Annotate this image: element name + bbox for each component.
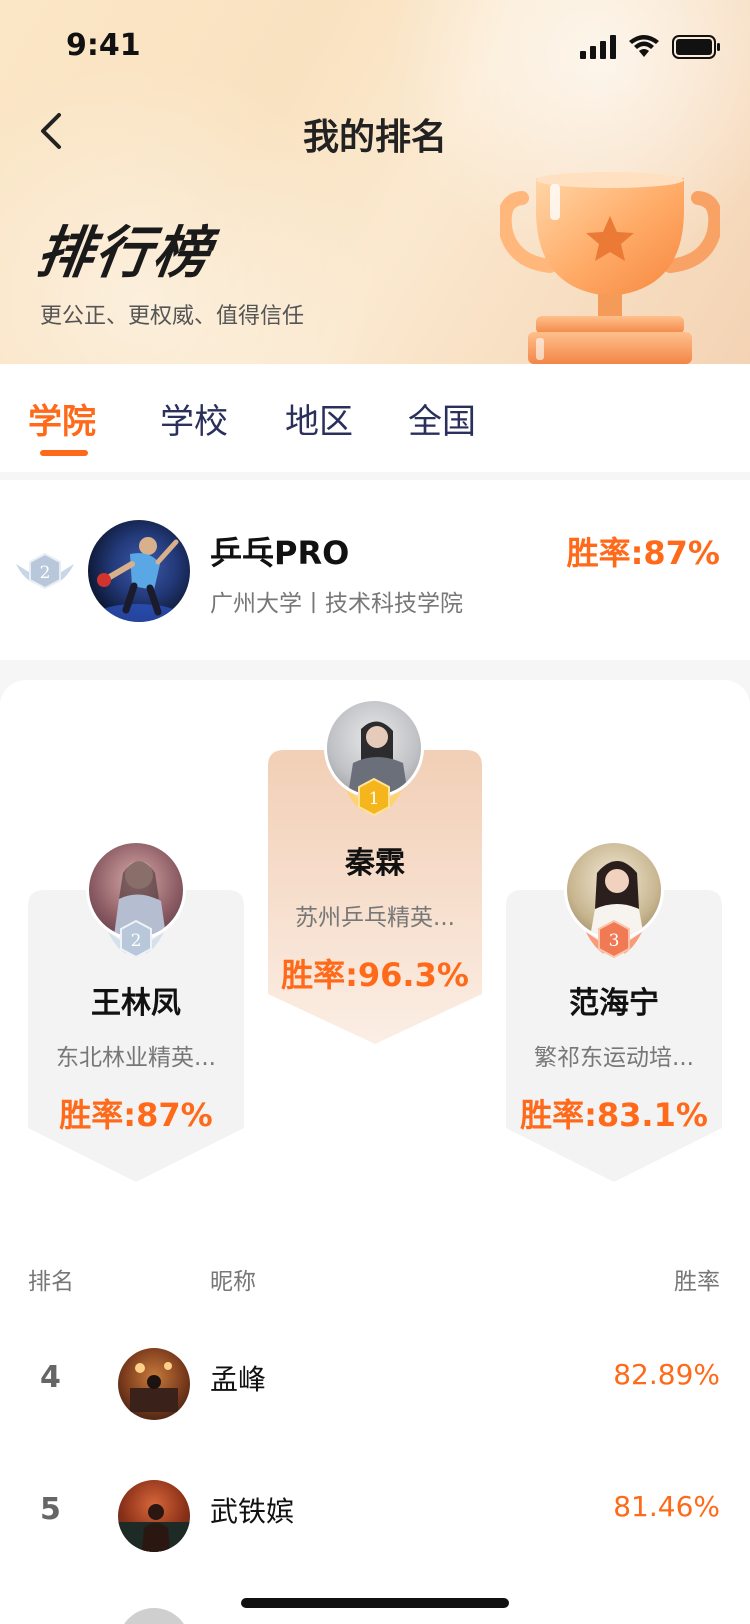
header-banner: 9:41 我的排名 排行榜 更公正、更权威、值得信任 — [0, 0, 750, 364]
podium-first-rate: 胜率:96.3% — [281, 956, 469, 994]
page-title: 我的排名 — [302, 117, 447, 158]
podium-first-sub: 苏州乒乓精英... — [295, 905, 455, 931]
podium-second-name: 王林凤 — [91, 986, 181, 1021]
hero-title: 排行榜 — [32, 221, 216, 286]
table-row[interactable]: 4 孟峰 82.89% — [0, 1318, 750, 1448]
podium-third-rate: 胜率:83.1% — [520, 1096, 708, 1134]
tab-indicator — [40, 450, 88, 456]
status-bar: 9:41 — [0, 0, 750, 90]
list-header-nickname: 昵称 — [210, 1269, 256, 1295]
my-avatar[interactable] — [88, 520, 190, 622]
nav-bar: 我的排名 — [0, 96, 750, 166]
tab-region[interactable]: 地区 — [285, 394, 353, 443]
list-header-win-rate: 胜率 — [674, 1269, 720, 1295]
tab-bar: 学院 学校 地区 全国 — [0, 364, 750, 472]
avatar-photo — [118, 1504, 190, 1552]
row-win-rate: 81.46% — [613, 1490, 720, 1523]
tab-school[interactable]: 学校 — [160, 394, 228, 443]
row-rank: 5 — [40, 1492, 61, 1527]
hero-subtitle: 更公正、更权威、值得信任 — [40, 304, 305, 329]
silver-medal-icon: 2 — [108, 919, 164, 959]
avatar-photo — [130, 1362, 178, 1412]
status-time: 9:41 — [66, 28, 141, 63]
row-name: 武铁嫔 — [210, 1495, 295, 1528]
silver-medal-number: 2 — [131, 931, 142, 951]
my-school: 广州大学丨技术科技学院 — [210, 591, 463, 617]
silver-rank-badge-icon: 2 — [16, 552, 74, 590]
table-tennis-player-photo — [97, 537, 179, 622]
my-badge-number: 2 — [40, 563, 51, 583]
home-indicator — [241, 1598, 509, 1608]
bronze-medal-icon: 3 — [586, 919, 642, 959]
signal-icon — [580, 35, 616, 59]
podium-third-name: 范海宁 — [569, 986, 659, 1021]
list-header-rank: 排名 — [28, 1269, 74, 1295]
row-name: 孟峰 — [210, 1363, 267, 1396]
row-rank: 4 — [40, 1360, 61, 1395]
trophy-icon — [500, 172, 720, 364]
tab-national[interactable]: 全国 — [408, 394, 476, 443]
row-avatar[interactable] — [118, 1480, 190, 1552]
my-name: 乒乓PRO — [210, 534, 350, 572]
my-win-rate: 胜率:87% — [566, 534, 720, 572]
bronze-medal-number: 3 — [609, 931, 620, 951]
status-icons — [580, 30, 722, 64]
row-win-rate: 82.89% — [613, 1358, 720, 1391]
podium-second-rate: 胜率:87% — [59, 1096, 213, 1134]
row-avatar[interactable] — [118, 1348, 190, 1420]
podium-third-sub: 繁祁东运动培... — [534, 1045, 694, 1071]
battery-icon — [672, 35, 720, 59]
podium-second-sub: 东北林业精英... — [56, 1045, 216, 1071]
tab-college[interactable]: 学院 — [28, 394, 96, 443]
wifi-icon — [629, 35, 659, 57]
table-row[interactable]: 5 武铁嫔 81.46% — [0, 1450, 750, 1580]
podium-first-name: 秦霖 — [345, 846, 405, 881]
gold-medal-number: 1 — [369, 789, 380, 809]
gold-medal-icon: 1 — [346, 777, 402, 817]
